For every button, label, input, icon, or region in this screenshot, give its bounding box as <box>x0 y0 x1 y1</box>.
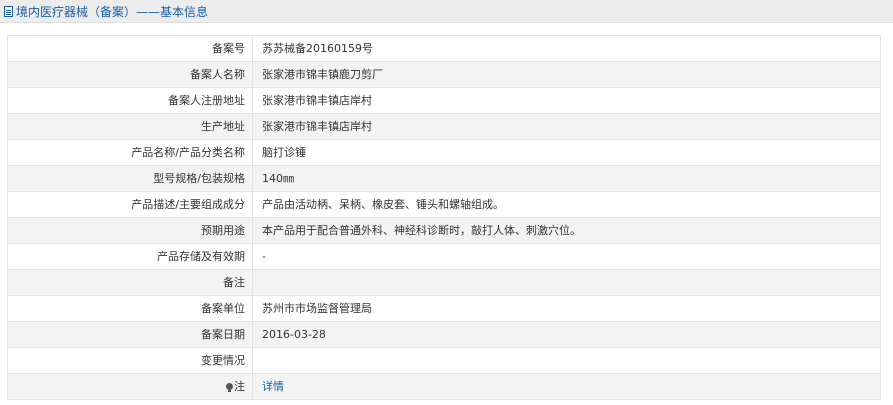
row-label: 备案日期 <box>7 321 253 348</box>
row-value: 140㎜ <box>252 165 881 192</box>
row-value <box>252 269 881 296</box>
table-row: 产品存储及有效期 - <box>7 243 881 270</box>
table-row: 产品描述/主要组成成分 产品由活动柄、呆柄、橡皮套、锤头和螺轴组成。 <box>7 191 881 218</box>
note-label-text: 注 <box>234 380 245 393</box>
page-title: 境内医疗器械（备案）——基本信息 <box>16 4 209 19</box>
table-row: 预期用途 本产品用于配合普通外科、神经科诊断时，敲打人体、刺激穴位。 <box>7 217 881 244</box>
row-value: 张家港市锦丰镇店岸村 <box>252 113 881 140</box>
note-value: 详情 <box>252 373 881 400</box>
row-label: 生产地址 <box>7 113 253 140</box>
row-label: 备案单位 <box>7 295 253 322</box>
document-icon <box>4 5 13 17</box>
table-row: 备案人注册地址 张家港市锦丰镇店岸村 <box>7 87 881 114</box>
row-label: 备案号 <box>7 35 253 62</box>
row-label: 预期用途 <box>7 217 253 244</box>
row-label: 变更情况 <box>7 347 253 374</box>
table-row: 生产地址 张家港市锦丰镇店岸村 <box>7 113 881 140</box>
details-link[interactable]: 详情 <box>262 380 284 393</box>
row-value: 张家港市锦丰镇店岸村 <box>252 87 881 114</box>
row-value: 张家港市锦丰镇鹿刀剪厂 <box>252 61 881 88</box>
row-label: 产品描述/主要组成成分 <box>7 191 253 218</box>
info-table: 备案号 苏苏械备20160159号 备案人名称 张家港市锦丰镇鹿刀剪厂 备案人注… <box>7 35 881 400</box>
row-value <box>252 347 881 374</box>
note-row: 注 详情 <box>7 373 881 400</box>
row-label: 产品存储及有效期 <box>7 243 253 270</box>
table-row: 备案单位 苏州市市场监督管理局 <box>7 295 881 322</box>
row-value: 产品由活动柄、呆柄、橡皮套、锤头和螺轴组成。 <box>252 191 881 218</box>
table-row: 产品名称/产品分类名称 脑打诊锤 <box>7 139 881 166</box>
row-label: 型号规格/包装规格 <box>7 165 253 192</box>
row-label: 备注 <box>7 269 253 296</box>
row-value: - <box>252 243 881 270</box>
table-row: 型号规格/包装规格 140㎜ <box>7 165 881 192</box>
row-label: 备案人注册地址 <box>7 87 253 114</box>
row-value: 本产品用于配合普通外科、神经科诊断时，敲打人体、刺激穴位。 <box>252 217 881 244</box>
table-row: 变更情况 <box>7 347 881 374</box>
table-row: 备案人名称 张家港市锦丰镇鹿刀剪厂 <box>7 61 881 88</box>
row-label: 备案人名称 <box>7 61 253 88</box>
row-value: 苏州市市场监督管理局 <box>252 295 881 322</box>
table-row: 备案号 苏苏械备20160159号 <box>7 35 881 62</box>
row-value: 脑打诊锤 <box>252 139 881 166</box>
row-value: 2016-03-28 <box>252 321 881 348</box>
table-row: 备案日期 2016-03-28 <box>7 321 881 348</box>
table-row: 备注 <box>7 269 881 296</box>
note-label: 注 <box>7 373 253 400</box>
row-label: 产品名称/产品分类名称 <box>7 139 253 166</box>
lightbulb-icon <box>226 383 233 392</box>
page-header: 境内医疗器械（备案）——基本信息 <box>0 0 893 23</box>
row-value: 苏苏械备20160159号 <box>252 35 881 62</box>
